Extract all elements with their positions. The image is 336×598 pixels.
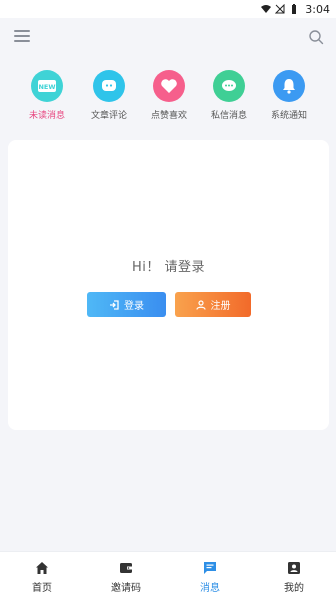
heart-icon (153, 70, 185, 102)
new-badge-text: NEW (38, 83, 55, 91)
tab-messages[interactable]: 消息 (168, 552, 252, 598)
category-system-notice[interactable]: 系统通知 (259, 70, 319, 121)
tab-label: 邀请码 (111, 583, 141, 594)
login-button[interactable]: 登录 (87, 292, 166, 317)
category-label: 私信消息 (210, 111, 247, 121)
category-private-messages[interactable]: 私信消息 (199, 70, 259, 121)
register-button-label: 注册 (210, 301, 231, 312)
tab-label: 我的 (284, 583, 304, 594)
app-bar (0, 18, 336, 56)
login-greeting: Hi！ 请登录 (131, 260, 206, 275)
register-button[interactable]: 注册 (175, 292, 251, 317)
tab-label: 消息 (200, 583, 220, 594)
category-comments[interactable]: 文章评论 (79, 70, 139, 121)
status-bar: 3:04 (0, 0, 336, 18)
menu-icon[interactable] (14, 30, 30, 44)
wallet-icon (120, 563, 132, 573)
message-icon (204, 562, 216, 574)
category-label: 未读消息 (28, 111, 65, 121)
user-icon (195, 299, 206, 310)
status-time: 3:04 (305, 2, 330, 16)
login-button-label: 登录 (124, 301, 144, 312)
tab-invite-code[interactable]: 邀请码 (84, 552, 168, 598)
category-unread[interactable]: NEW 未读消息 (17, 70, 77, 121)
chat-dots-icon (213, 70, 245, 102)
bottom-tab-bar: 首页 邀请码 消息 我的 (0, 551, 336, 598)
category-label: 系统通知 (270, 111, 307, 121)
no-signal-icon (275, 4, 285, 14)
profile-icon (288, 562, 300, 574)
wifi-icon (261, 5, 272, 13)
category-label: 点赞喜欢 (150, 111, 187, 121)
tab-label: 首页 (32, 583, 52, 594)
search-icon[interactable] (308, 29, 324, 45)
bell-icon (273, 70, 305, 102)
login-card: Hi！ 请登录 登录 注册 (8, 140, 329, 430)
message-category-row: NEW 未读消息 文章评论 点赞喜欢 私信消息 系统通知 (0, 70, 336, 128)
category-label: 文章评论 (90, 111, 127, 121)
home-icon (36, 562, 48, 574)
battery-icon (292, 4, 297, 14)
tab-home[interactable]: 首页 (0, 552, 84, 598)
login-icon (110, 299, 119, 310)
category-likes[interactable]: 点赞喜欢 (139, 70, 199, 121)
tab-mine[interactable]: 我的 (252, 552, 336, 598)
comment-bubble-icon (93, 70, 125, 102)
new-badge-icon: NEW (31, 70, 63, 102)
